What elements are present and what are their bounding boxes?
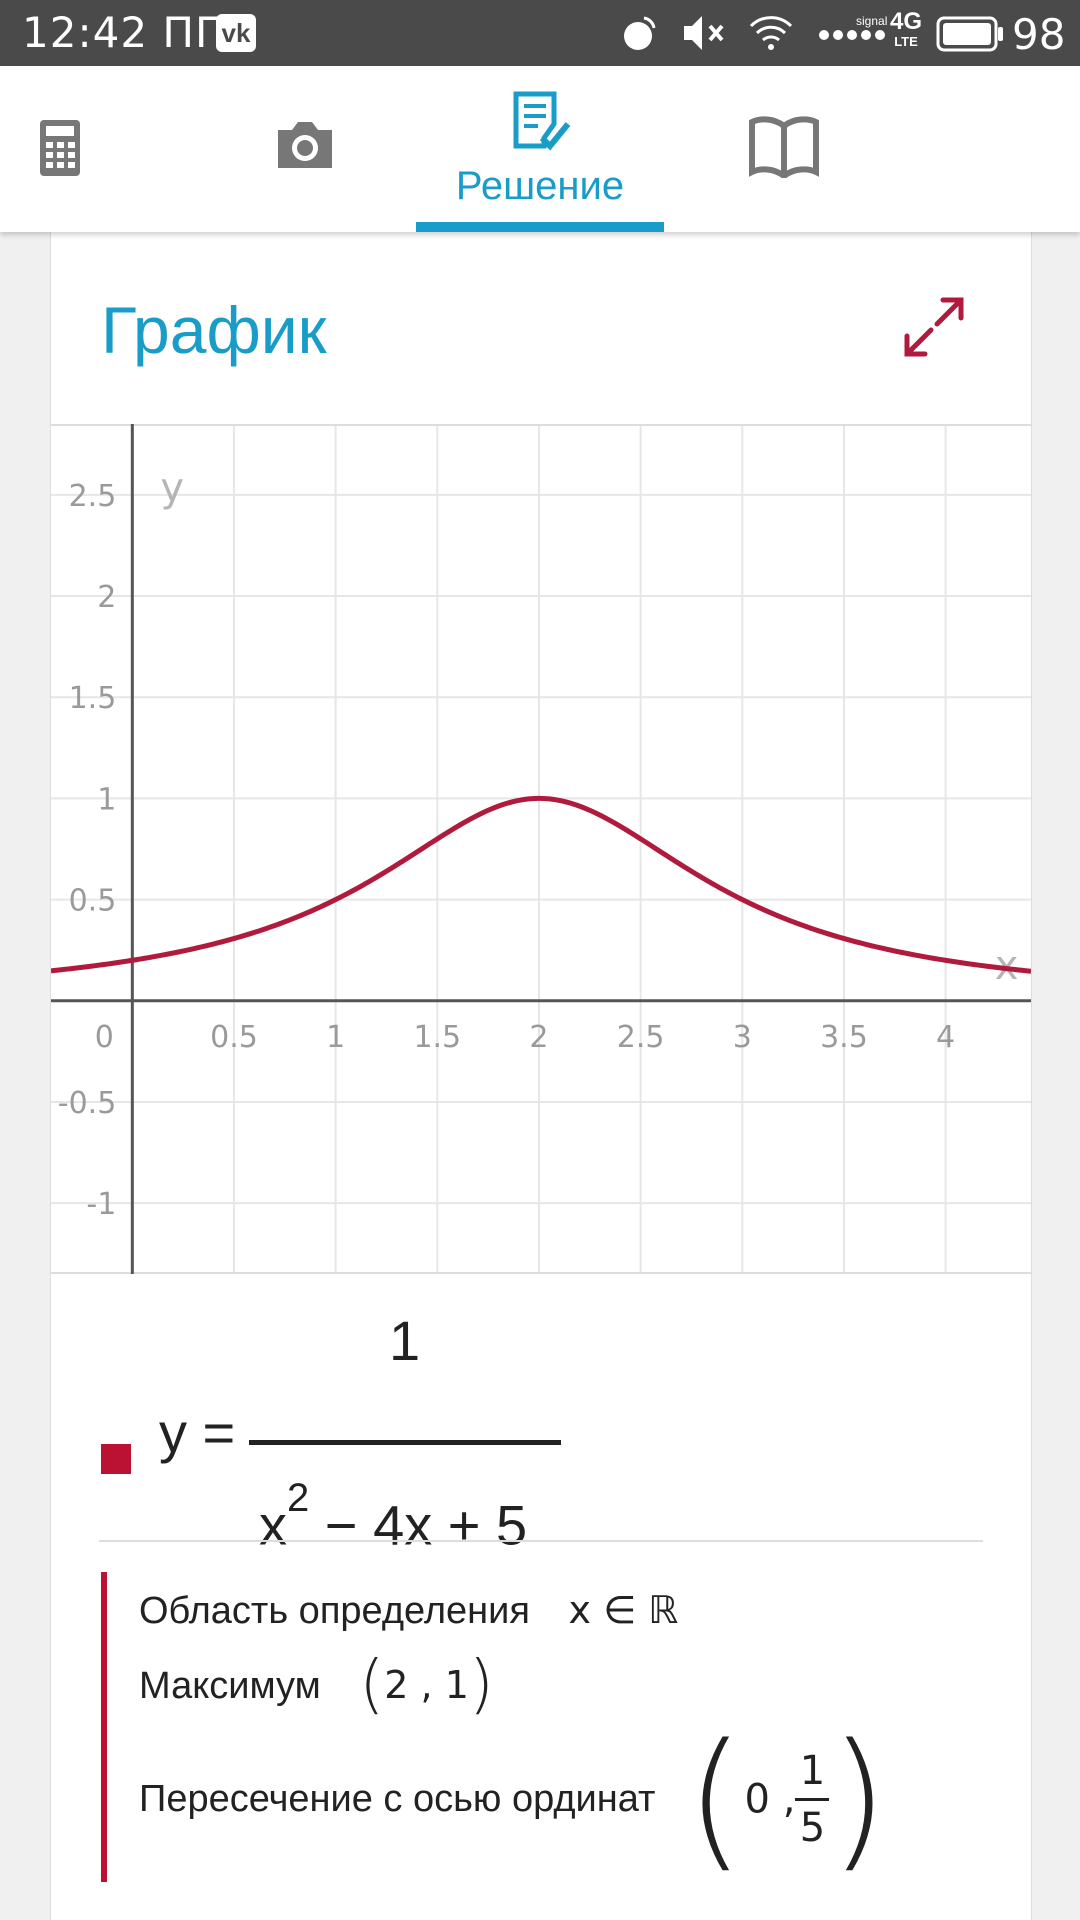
x-tick-label: 4 <box>936 1020 955 1055</box>
battery-icon <box>936 16 1003 52</box>
prop-maximum: Максимум (2 , 1) <box>139 1648 494 1722</box>
prop-domain-value: x ∈ ℝ <box>568 1588 679 1632</box>
mute-icon <box>684 16 724 50</box>
vk-icon: vk <box>216 14 256 52</box>
network-small-label: signal <box>856 14 888 28</box>
signal-dots-icon <box>819 30 885 40</box>
camera-icon <box>278 122 332 168</box>
y-tick-label: -0.5 <box>58 1086 117 1121</box>
tab-bar: Решение <box>0 66 1080 232</box>
tab-active-indicator <box>416 222 664 232</box>
tab-solution-label: Решение <box>455 164 625 208</box>
x-tick-label: 0 <box>95 1020 114 1055</box>
intercept-num: 1 <box>799 1747 826 1794</box>
y-tick-label: -1 <box>86 1187 116 1222</box>
x-tick-label: 3 <box>733 1020 752 1055</box>
divider <box>99 1540 983 1542</box>
function-graph[interactable]: 0 0.5 1 1.5 2 2.5 3 3.5 4 2.5 2 1.5 1 0.5 -0.5 -1 y x <box>51 424 1031 1274</box>
tab-book[interactable] <box>730 66 840 232</box>
x-tick-label: 2 <box>529 1020 548 1055</box>
battery-level: 98 <box>1012 10 1066 59</box>
x-tick-label: 1 <box>326 1020 345 1055</box>
network-type: 4G LTE <box>890 10 922 52</box>
y-tick-label: 2 <box>97 580 116 615</box>
intercept-x: 0 , <box>744 1776 796 1822</box>
formula-denominator: x2 − 4x + 5 <box>259 1476 528 1558</box>
prop-intercept-value: (0 ,1 5) <box>686 1712 888 1886</box>
prop-domain: Область определения x ∈ ℝ <box>139 1588 678 1633</box>
formula-lhs: y = <box>159 1401 236 1464</box>
prop-y-intercept: Пересечение с осью ординат (0 ,1 5) <box>139 1724 888 1874</box>
y-tick-label: 2.5 <box>69 479 117 514</box>
tab-solution[interactable]: Решение <box>416 66 664 232</box>
den-exponent: 2 <box>287 1476 310 1520</box>
tab-camera[interactable] <box>250 66 360 232</box>
x-tick-label: 3.5 <box>820 1020 868 1055</box>
graph-card: График 0 0.5 1 1.5 2 2.5 3 3.5 4 2.5 2 1.5 1 0.5 -0.5 -… <box>50 232 1032 1920</box>
y-tick-label: 1 <box>97 782 116 817</box>
prop-max-value: (2 , 1) <box>359 1648 494 1722</box>
y-tick-label: 1.5 <box>69 681 117 716</box>
prop-max-label: Максимум <box>139 1665 321 1707</box>
book-icon <box>749 116 819 178</box>
formula-fraction-bar <box>249 1440 561 1445</box>
den-rest: − 4x + 5 <box>309 1493 528 1557</box>
status-bar: 12:42 ПП vk signal 4G LTE 98 <box>0 0 1080 66</box>
satellite-icon <box>624 16 656 50</box>
formula-numerator: 1 <box>389 1309 421 1372</box>
x-tick-label: 2.5 <box>617 1020 665 1055</box>
y-tick-label: 0.5 <box>69 884 117 919</box>
y-axis-label: y <box>160 465 184 511</box>
prop-domain-label: Область определения <box>139 1590 530 1632</box>
card-title: График <box>101 293 327 367</box>
wifi-icon <box>749 16 793 50</box>
calculator-icon <box>40 120 80 176</box>
expand-icon[interactable] <box>899 292 969 362</box>
function-properties: Область определения x ∈ ℝ Максимум (2 , … <box>101 1572 987 1882</box>
solution-icon <box>513 91 571 151</box>
x-tick-label: 0.5 <box>210 1020 258 1055</box>
prop-intercept-label: Пересечение с осью ординат <box>139 1777 656 1820</box>
status-time: 12:42 ПП <box>22 8 228 57</box>
max-point: 2 , 1 <box>384 1663 469 1707</box>
legend-marker <box>101 1444 131 1474</box>
tab-calculator[interactable] <box>0 66 120 232</box>
den-base: x <box>259 1493 287 1557</box>
network-4g: 4G <box>890 8 923 35</box>
x-tick-label: 1.5 <box>413 1020 461 1055</box>
intercept-den: 5 <box>799 1804 826 1851</box>
intercept-fraction: 15 <box>795 1747 830 1851</box>
network-lte: LTE <box>894 34 918 49</box>
function-formula: y = 1 x2 − 4x + 5 <box>51 1282 1031 1557</box>
